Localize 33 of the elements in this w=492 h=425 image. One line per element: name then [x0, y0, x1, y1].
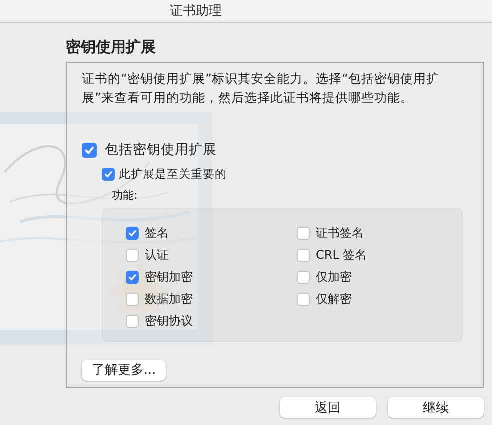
description: 证书的“密钥使用扩展”标识其安全能力。选择“包括密钥使用扩展”来查看可用的功能，然后选择此证书将提供哪些功能。 — [82, 70, 440, 107]
capabilities-label: 功能: — [112, 188, 139, 203]
checkbox-label: 包括密钥使用扩展 — [105, 141, 217, 159]
window-title: 证书助理 — [170, 3, 222, 20]
checkbox-label: 此扩展是至关重要的 — [119, 167, 227, 182]
checkbox-label: 数据加密 — [145, 290, 193, 308]
checkbox[interactable] — [297, 270, 310, 284]
checkbox[interactable] — [297, 226, 310, 240]
dialog-button[interactable]: 返回 — [280, 397, 376, 418]
checkmark-icon — [128, 228, 137, 238]
checkbox-label: 仅解密 — [316, 290, 352, 308]
learn-more-button[interactable]: 了解更多... — [82, 360, 166, 380]
checkbox-label: 认证 — [145, 246, 169, 264]
checkbox[interactable] — [126, 314, 139, 328]
checkbox[interactable] — [126, 270, 139, 284]
checkbox-label: 密钥加密 — [145, 268, 193, 286]
checkbox[interactable] — [126, 292, 139, 306]
checkbox-label: 证书签名 — [316, 224, 364, 242]
checkmark-icon — [128, 272, 137, 282]
checkbox[interactable] — [82, 142, 97, 158]
section-heading: 密钥使用扩展 — [66, 37, 157, 58]
checkbox[interactable] — [102, 168, 115, 181]
checkbox-label: CRL 签名 — [316, 246, 368, 264]
checkbox-label: 仅加密 — [316, 268, 352, 286]
dialog-button[interactable]: 继续 — [388, 397, 484, 418]
checkmark-icon — [104, 170, 113, 179]
checkbox[interactable] — [126, 248, 139, 262]
checkbox[interactable] — [126, 226, 139, 240]
checkbox[interactable] — [297, 292, 310, 306]
checkbox-label: 密钥协议 — [145, 312, 193, 330]
checkmark-icon — [84, 144, 95, 156]
checkbox[interactable] — [297, 248, 310, 262]
checkbox-label: 签名 — [145, 224, 169, 242]
